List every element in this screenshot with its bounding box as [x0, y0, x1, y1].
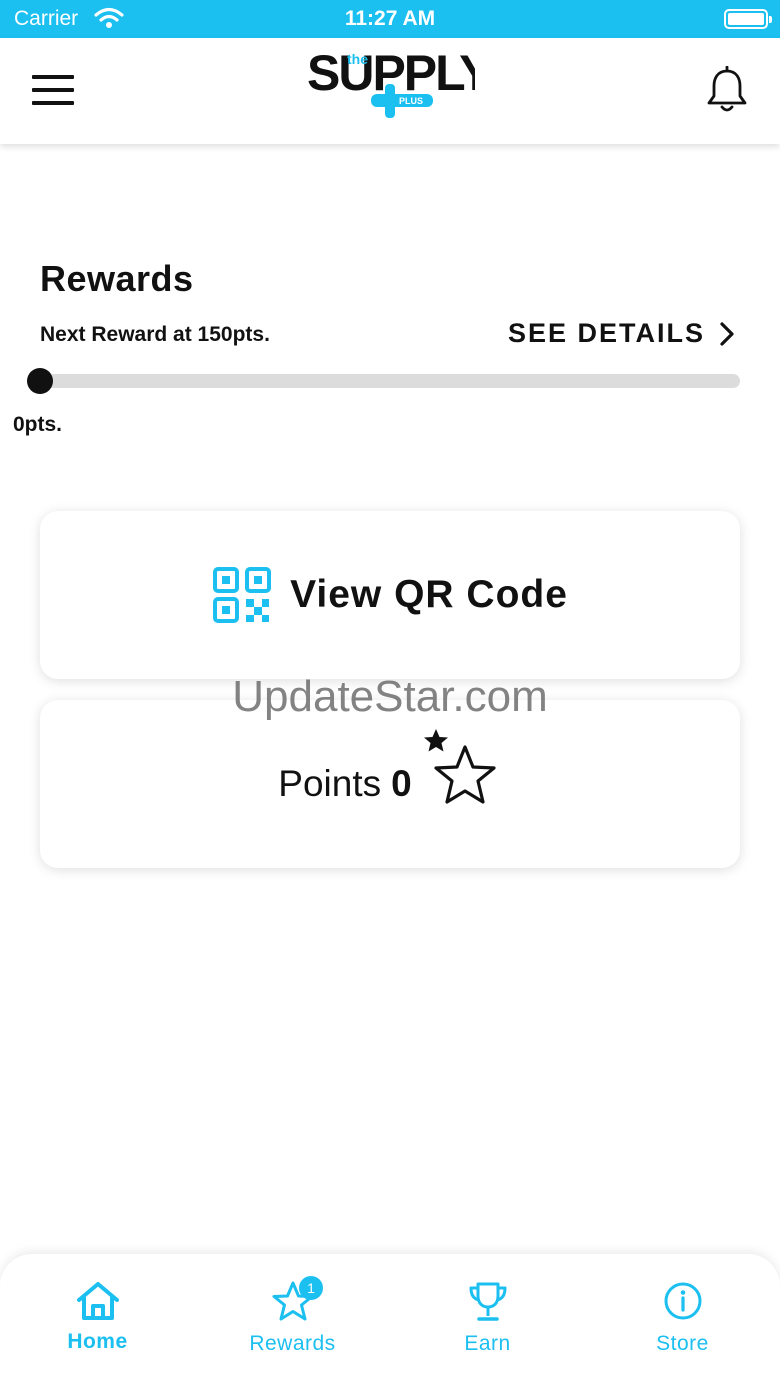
next-reward-text: Next Reward at 150pts. — [40, 323, 270, 346]
view-qr-code-card[interactable]: View QR Code — [40, 511, 740, 679]
points-label: Points — [278, 763, 382, 804]
reward-progress-track — [40, 374, 740, 388]
tab-home[interactable]: Home — [0, 1254, 195, 1387]
see-details-link[interactable]: SEE DETAILS — [508, 318, 735, 349]
status-bar: Carrier 11:27 AM — [0, 0, 780, 38]
rewards-badge: 1 — [299, 1276, 323, 1300]
reward-progress-knob — [27, 368, 53, 394]
logo-the-text: the — [347, 51, 368, 67]
current-points-label: 0pts. — [13, 413, 63, 436]
points-value: 0 — [391, 763, 412, 804]
trophy-icon — [469, 1282, 506, 1321]
chevron-right-icon — [720, 321, 734, 346]
tab-store-label: Store — [656, 1332, 709, 1355]
tab-earn[interactable]: Earn — [390, 1254, 585, 1387]
the-supply-plus-logo: SUPPLY the PLUS — [305, 45, 494, 126]
see-details-label: SEE DETAILS — [508, 318, 706, 348]
bell-icon[interactable] — [704, 65, 750, 114]
tab-store[interactable]: Store — [585, 1254, 780, 1387]
app-header: SUPPLY the PLUS — [0, 38, 780, 144]
bottom-tab-bar: Home 1 Rewards Earn Store — [0, 1254, 780, 1387]
home-icon — [76, 1282, 119, 1320]
clock: 11:27 AM — [344, 7, 436, 30]
points-card: Points 0 — [40, 700, 740, 868]
watermark: UpdateStar.com — [232, 672, 548, 721]
info-icon — [664, 1282, 701, 1320]
hamburger-icon[interactable] — [32, 75, 76, 107]
tab-rewards-label: Rewards — [249, 1332, 336, 1355]
rewards-title: Rewards — [40, 258, 194, 299]
tab-home-label: Home — [67, 1330, 128, 1353]
tab-rewards[interactable]: 1 Rewards — [195, 1254, 390, 1387]
qr-code-icon — [213, 567, 272, 623]
view-qr-code-label: View QR Code — [290, 573, 568, 616]
tab-earn-label: Earn — [464, 1332, 511, 1355]
stars-icon — [423, 729, 496, 804]
battery-icon — [724, 9, 772, 29]
logo-plus-text: PLUS — [399, 96, 423, 106]
